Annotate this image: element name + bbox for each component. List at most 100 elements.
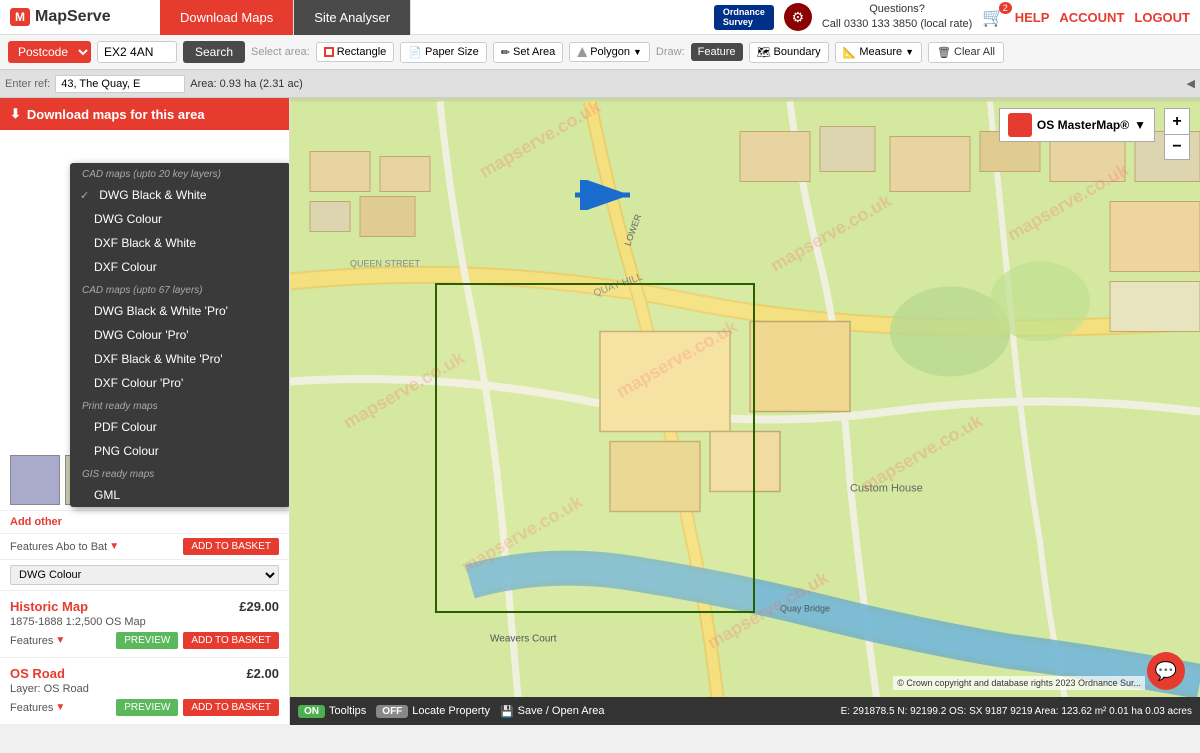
draw-label: Draw:: [656, 46, 685, 58]
ref-input[interactable]: [55, 75, 185, 93]
zoom-out-button[interactable]: −: [1164, 134, 1190, 160]
dropdown-item-dxf-colour-pro[interactable]: DXF Colour 'Pro': [70, 371, 290, 395]
sidebar-title: Download maps for this area: [27, 107, 205, 122]
map-panel-icon: [1008, 113, 1032, 137]
mastermap-format-select[interactable]: DWG Colour: [10, 565, 279, 585]
toolbar: Postcode Search Select area: Rectangle 📄…: [0, 35, 1200, 70]
features-button[interactable]: Features Abo to Bat ▼: [10, 541, 119, 553]
historic-map-title: Historic Map: [10, 599, 88, 614]
search-button[interactable]: Search: [183, 41, 245, 63]
postcode-input[interactable]: [97, 41, 177, 63]
dropdown-item-dwg-colour[interactable]: DWG Colour: [70, 207, 290, 231]
svg-text:Quay Bridge: Quay Bridge: [780, 604, 830, 614]
main-layout: ⬇ Download maps for this area CAD maps (…: [0, 98, 1200, 725]
dropdown-item-dxf-colour[interactable]: DXF Colour: [70, 255, 290, 279]
logout-link[interactable]: LOGOUT: [1134, 10, 1190, 25]
dropdown-item-png-colour[interactable]: PNG Colour: [70, 439, 290, 463]
clear-all-button[interactable]: 🗑 Clear All: [928, 42, 1004, 63]
area-display: Area: 0.93 ha (2.31 ac): [190, 78, 303, 90]
save-open-area-button[interactable]: 💾 Save / Open Area: [500, 705, 605, 718]
map-area[interactable]: QUAY HILL QUEEN STREET LOWER Quay Bridge…: [290, 98, 1200, 725]
os-road-preview-btn[interactable]: PREVIEW: [116, 699, 178, 716]
help-link[interactable]: HELP: [1015, 10, 1050, 25]
historic-map-price: £29.00: [239, 599, 279, 614]
logo-text: MapServe: [35, 8, 111, 26]
tooltips-toggle-group: ON Tooltips: [298, 705, 366, 718]
historic-map-actions: Features ▼ PREVIEW ADD TO BASKET: [10, 632, 279, 649]
paper-size-icon: 📄: [408, 46, 422, 59]
historic-map-item: Historic Map £29.00 1875-1888 1:2,500 OS…: [0, 591, 289, 658]
red-circle-icon: ⚙: [784, 3, 812, 31]
os-road-item: OS Road £2.00 Layer: OS Road Features ▼ …: [0, 658, 289, 725]
dropdown-item-dwg-bw[interactable]: DWG Black & White: [70, 183, 290, 207]
copyright-notice: © Crown copyright and database rights 20…: [893, 676, 1145, 690]
nav-tab-site-analyser[interactable]: Site Analyser: [294, 0, 411, 35]
topnav-right: OrdnanceSurvey ⚙ Questions? Call 0330 13…: [714, 2, 1200, 33]
map-panel-label: OS MasterMap®: [1037, 118, 1129, 132]
top-navigation: M MapServe Download Maps Site Analyser O…: [0, 0, 1200, 35]
mastermap-format-row: DWG Colour: [0, 560, 289, 591]
tooltips-on-indicator[interactable]: ON: [298, 705, 325, 718]
map-panel-chevron: ▼: [1134, 118, 1146, 132]
dropdown-item-dwg-bw-pro[interactable]: DWG Black & White 'Pro': [70, 299, 290, 323]
locate-label: Locate Property: [412, 705, 490, 717]
measure-button[interactable]: 📐 Measure ▼: [835, 42, 922, 63]
locate-off-indicator[interactable]: OFF: [376, 705, 408, 718]
measure-icon: 📐: [843, 46, 857, 59]
paper-size-button[interactable]: 📄 Paper Size: [400, 42, 487, 63]
features-row: Features Abo to Bat ▼ ADD TO BASKET: [0, 534, 289, 560]
historic-add-btn[interactable]: ADD TO BASKET: [183, 632, 279, 649]
dropdown-item-pdf-colour[interactable]: PDF Colour: [70, 415, 290, 439]
dropdown-item-dwg-colour-pro[interactable]: DWG Colour 'Pro': [70, 323, 290, 347]
print-section-label: Print ready maps: [70, 395, 290, 415]
polygon-icon: [577, 47, 587, 57]
account-link[interactable]: ACCOUNT: [1059, 10, 1124, 25]
dropdown-item-dxf-bw-pro[interactable]: DXF Black & White 'Pro': [70, 347, 290, 371]
features-arrow-icon: ▼: [109, 541, 119, 552]
enter-ref-label: Enter ref:: [5, 78, 50, 90]
dropdown-item-dxf-bw[interactable]: DXF Black & White: [70, 231, 290, 255]
coords-display: E: 291878.5 N: 92199.2 OS: SX 9187 9219 …: [841, 706, 1192, 717]
rectangle-button[interactable]: Rectangle: [316, 42, 395, 62]
features-label: Features Abo to Bat: [10, 541, 107, 553]
os-road-actions: Features ▼ PREVIEW ADD TO BASKET: [10, 699, 279, 716]
select-area-label: Select area:: [251, 46, 310, 58]
logo-icon: M: [10, 8, 30, 26]
chat-bubble-button[interactable]: 💬: [1147, 652, 1185, 690]
os-road-features-btn[interactable]: Features ▼: [10, 702, 65, 714]
polygon-button[interactable]: Polygon ▼: [569, 42, 650, 62]
gis-section-label: GIS ready maps: [70, 463, 290, 483]
nav-tab-download-maps[interactable]: Download Maps: [160, 0, 294, 35]
zoom-in-button[interactable]: +: [1164, 108, 1190, 134]
dropdown-item-gml[interactable]: GML: [70, 483, 290, 507]
locate-toggle-group: OFF Locate Property: [376, 705, 490, 718]
add-to-basket-btn-mastermap[interactable]: ADD TO BASKET: [183, 538, 279, 555]
set-area-icon: ✏: [501, 46, 510, 59]
svg-text:QUEEN STREET: QUEEN STREET: [350, 259, 421, 269]
boundary-button[interactable]: 🗺 Boundary: [749, 42, 829, 63]
set-area-button[interactable]: ✏ Set Area: [493, 42, 563, 63]
basket-button[interactable]: 🛒2: [982, 7, 1004, 28]
postcode-select[interactable]: Postcode: [8, 41, 91, 63]
logo-area: M MapServe: [0, 8, 160, 26]
thumb-1: [10, 455, 60, 505]
collapse-arrow[interactable]: ◀: [1187, 77, 1195, 90]
historic-features-btn[interactable]: Features ▼: [10, 635, 65, 647]
trash-icon: 🗑: [937, 46, 951, 59]
statusbar: ON Tooltips OFF Locate Property 💾 Save /…: [290, 697, 1200, 725]
historic-map-subtitle: 1875-1888 1:2,500 OS Map: [10, 616, 279, 628]
add-other-button[interactable]: Add other: [0, 511, 289, 534]
os-road-features-arrow: ▼: [55, 702, 65, 713]
cad-20-section-label: CAD maps (upto 20 key layers): [70, 163, 290, 183]
draw-button[interactable]: Feature: [691, 43, 743, 61]
boundary-icon: 🗺: [757, 46, 771, 59]
map-svg: QUAY HILL QUEEN STREET LOWER Quay Bridge…: [290, 98, 1200, 725]
historic-preview-btn[interactable]: PREVIEW: [116, 632, 178, 649]
refbar: Enter ref: Area: 0.93 ha (2.31 ac) ◀: [0, 70, 1200, 98]
zoom-controls: + −: [1164, 108, 1190, 160]
os-road-add-btn[interactable]: ADD TO BASKET: [183, 699, 279, 716]
os-road-price: £2.00: [246, 666, 279, 681]
svg-text:Weavers Court: Weavers Court: [490, 634, 557, 645]
save-label: Save / Open Area: [518, 705, 605, 717]
os-mastermap-panel[interactable]: OS MasterMap® ▼: [999, 108, 1155, 142]
